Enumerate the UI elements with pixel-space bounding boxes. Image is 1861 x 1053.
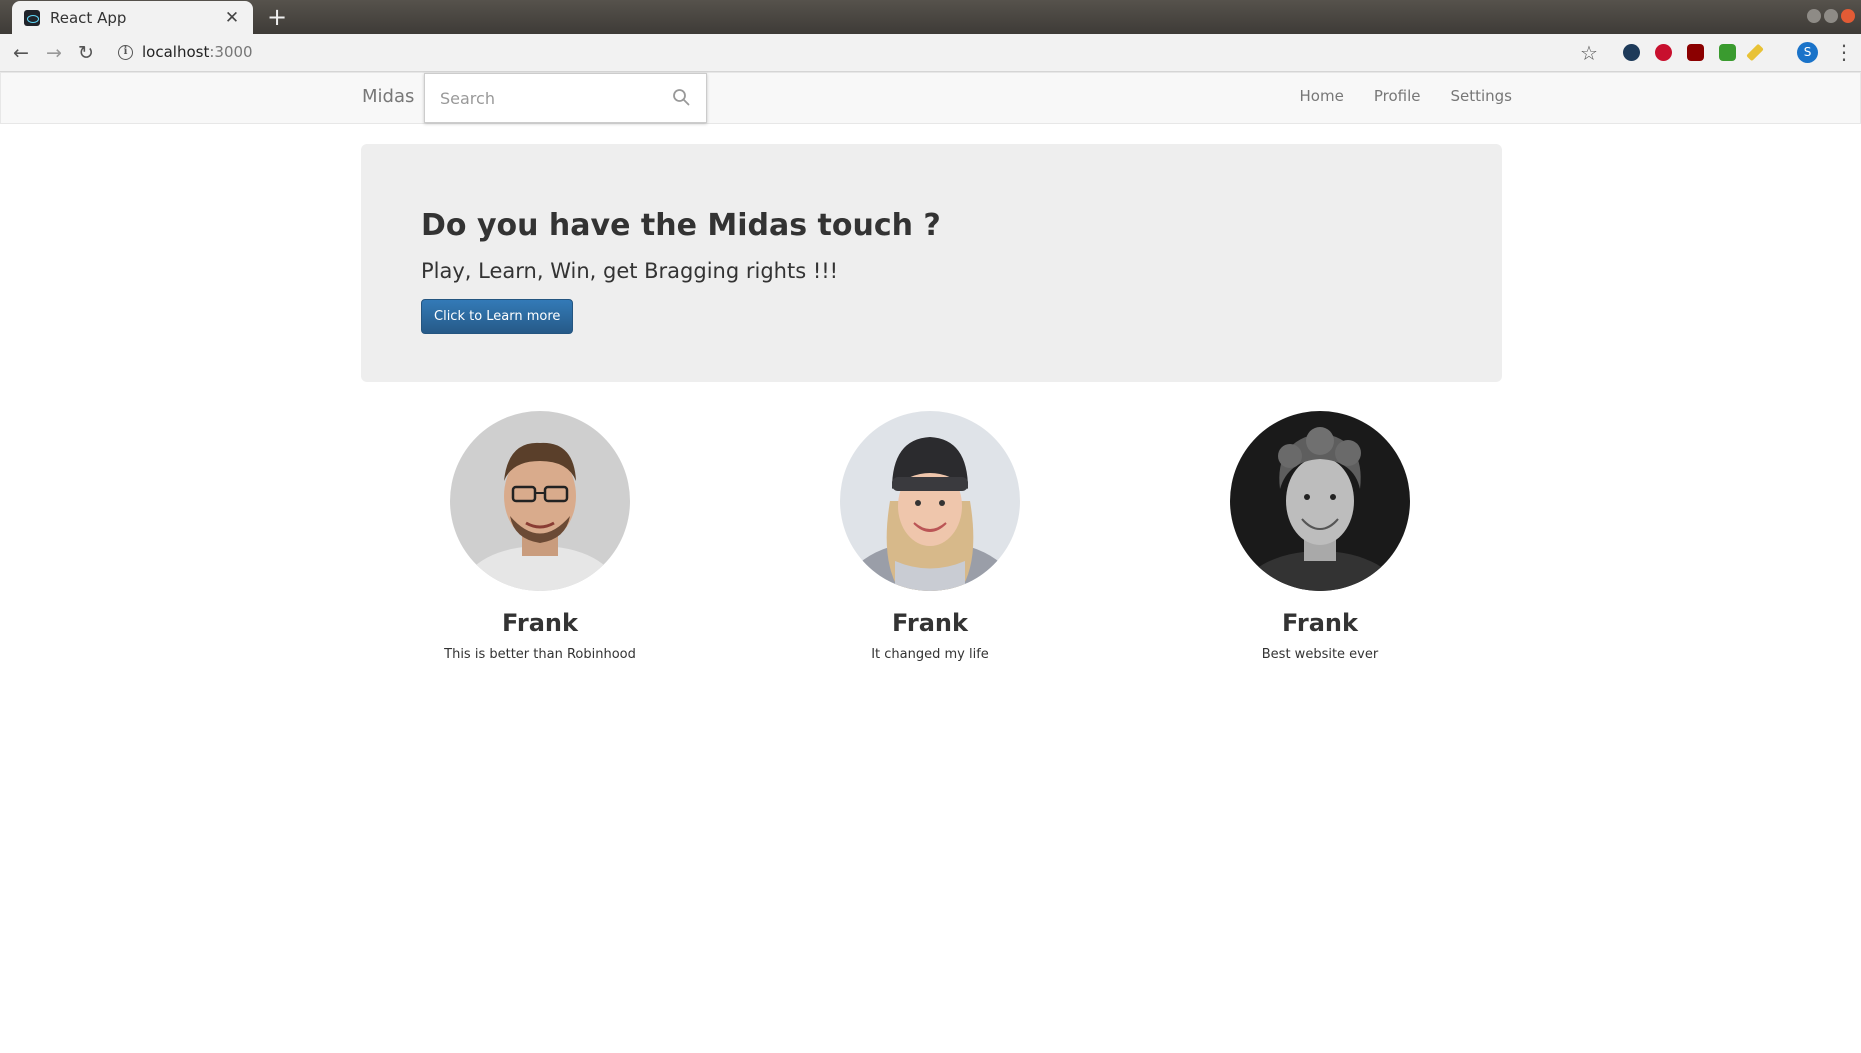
testimonial-card: Frank Best website ever: [1170, 411, 1470, 662]
highlighter-extension-icon[interactable]: [1746, 43, 1764, 62]
testimonial-quote: This is better than Robinhood: [444, 647, 636, 662]
search-box: [424, 73, 707, 123]
testimonial-quote: Best website ever: [1261, 647, 1379, 662]
avatar: [840, 411, 1020, 591]
avatar: [1230, 411, 1410, 591]
testimonial-name: Frank: [892, 609, 968, 637]
forward-arrow-icon[interactable]: →: [41, 40, 67, 66]
adblock-extension-icon[interactable]: [1655, 44, 1672, 61]
close-tab-icon[interactable]: ✕: [223, 8, 241, 28]
profile-avatar[interactable]: S: [1797, 42, 1818, 63]
reload-icon[interactable]: ↻: [73, 40, 99, 66]
close-window-button[interactable]: [1841, 9, 1855, 23]
learn-more-button[interactable]: Click to Learn more: [421, 299, 574, 334]
ublock-extension-icon[interactable]: [1687, 44, 1704, 61]
back-arrow-icon[interactable]: ←: [8, 40, 34, 66]
hero-subtitle: Play, Learn, Win, get Bragging rights !!…: [421, 259, 839, 283]
browser-titlebar: React App ✕ +: [0, 0, 1861, 34]
address-bar[interactable]: localhost:3000: [142, 43, 253, 61]
hero-jumbotron: Do you have the Midas touch ? Play, Lear…: [361, 144, 1502, 382]
browser-tab[interactable]: React App ✕: [12, 1, 253, 34]
brand-link[interactable]: Midas: [362, 86, 414, 107]
url-port: :3000: [209, 43, 253, 61]
nav-profile-link[interactable]: Profile: [1374, 87, 1421, 105]
nav-settings-link[interactable]: Settings: [1450, 87, 1512, 105]
maximize-button[interactable]: [1824, 9, 1838, 23]
testimonial-name: Frank: [502, 609, 578, 637]
browser-toolbar: ← → ↻ i localhost:3000 ☆ S ⋮: [0, 34, 1861, 72]
search-input[interactable]: [440, 86, 660, 110]
site-info-icon[interactable]: i: [118, 45, 133, 60]
react-logo-icon: [24, 9, 40, 26]
minimize-button[interactable]: [1807, 9, 1821, 23]
nav-home-link[interactable]: Home: [1300, 87, 1344, 105]
download-extension-icon[interactable]: [1719, 44, 1736, 61]
extension-icon[interactable]: [1623, 44, 1640, 61]
tab-title: React App: [50, 8, 127, 27]
nav-links: Home Profile Settings: [1300, 87, 1512, 105]
bookmark-star-icon[interactable]: ☆: [1580, 41, 1598, 65]
new-tab-button[interactable]: +: [267, 4, 287, 30]
testimonial-name: Frank: [1282, 609, 1358, 637]
hero-title: Do you have the Midas touch ?: [421, 208, 941, 243]
avatar: [450, 411, 630, 591]
testimonial-quote: It changed my life: [871, 647, 989, 662]
window-controls: [1807, 9, 1855, 23]
testimonial-card: Frank This is better than Robinhood: [390, 411, 690, 662]
testimonial-card: Frank It changed my life: [780, 411, 1080, 662]
menu-kebab-icon[interactable]: ⋮: [1834, 40, 1854, 64]
search-icon[interactable]: [672, 88, 690, 106]
app-navbar: Midas Home Profile Settings: [0, 72, 1861, 124]
url-host: localhost: [142, 43, 210, 61]
